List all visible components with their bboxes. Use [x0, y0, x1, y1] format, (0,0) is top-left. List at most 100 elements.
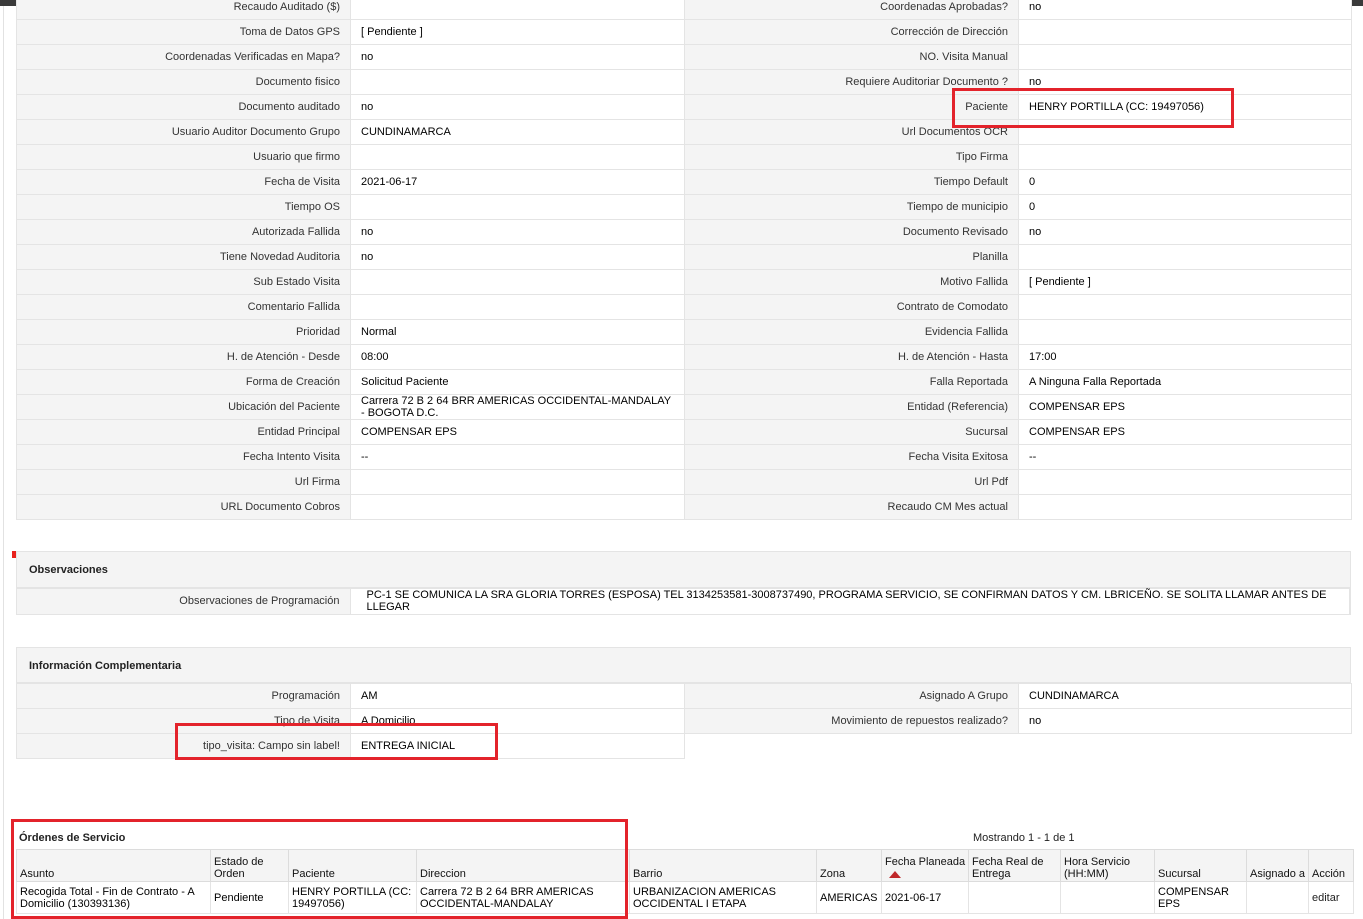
- ordenes-header-label: Acción: [1312, 868, 1346, 880]
- detail-value: Normal: [350, 319, 685, 345]
- detail-label: Paciente: [684, 94, 1019, 120]
- detail-value: [1018, 44, 1352, 70]
- observaciones-section: Observaciones Observaciones de Programac…: [16, 551, 1351, 615]
- observaciones-value: PC-1 SE COMUNICA LA SRA GLORIA TORRES (E…: [350, 588, 1350, 614]
- detail-row: Toma de Datos GPS[ Pendiente ] Corrección…: [16, 19, 1352, 45]
- ordenes-header-label: Fecha Planeada: [885, 856, 966, 868]
- ordenes-header-8[interactable]: Hora Servicio (HH:MM): [1060, 849, 1155, 882]
- detail-value: [350, 294, 685, 320]
- detail-label: Motivo Fallida: [684, 269, 1019, 295]
- ordenes-header-label: Zona: [820, 868, 846, 880]
- info-value: A Domicilio: [350, 708, 685, 734]
- detail-row: URL Documento Cobros Recaudo CM Mes actua…: [16, 494, 1352, 520]
- ordenes-header-11[interactable]: Acción: [1308, 849, 1354, 882]
- ordenes-header-3[interactable]: Direccion: [416, 849, 630, 882]
- detail-value: HENRY PORTILLA (CC: 19497056): [1018, 94, 1352, 120]
- visit-detail-table: Recaudo Auditado ($) Coordenadas Aprobada…: [16, 0, 1352, 520]
- detail-label: H. de Atención - Hasta: [684, 344, 1019, 370]
- detail-label: Autorizada Fallida: [16, 219, 351, 245]
- detail-value: COMPENSAR EPS: [1018, 419, 1352, 445]
- edit-link[interactable]: editar: [1312, 892, 1340, 904]
- ordenes-header-label: Estado de Orden: [214, 856, 264, 880]
- detail-label: Corrección de Dirección: [684, 19, 1019, 45]
- detail-row: Ubicación del Paciente Carrera 72 B 2 64 …: [16, 394, 1352, 420]
- detail-label: Documento auditado: [16, 94, 351, 120]
- detail-label: Entidad Principal: [16, 419, 351, 445]
- detail-label: Documento fisico: [16, 69, 351, 95]
- detail-row: Sub Estado Visita Motivo Fallida[ Pendien…: [16, 269, 1352, 295]
- sort-ascending-icon[interactable]: [889, 870, 901, 878]
- ordenes-cell: Recogida Total - Fin de Contrato - A Dom…: [16, 881, 211, 914]
- ordenes-header-10[interactable]: Asignado a: [1246, 849, 1309, 882]
- ordenes-header-2[interactable]: Paciente: [288, 849, 417, 882]
- ordenes-title: Órdenes de Servicio: [19, 832, 126, 844]
- detail-label: Entidad (Referencia): [684, 394, 1019, 420]
- detail-label: Url Pdf: [684, 469, 1019, 495]
- detail-label: Evidencia Fallida: [684, 319, 1019, 345]
- ordenes-header-5[interactable]: Zona: [816, 849, 882, 882]
- ordenes-header-1[interactable]: Estado de Orden: [210, 849, 289, 882]
- detail-row: Tiempo OS Tiempo de municipio 0: [16, 194, 1352, 220]
- detail-label: Tiempo de municipio: [684, 194, 1019, 220]
- detail-label: Requiere Auditoriar Documento ?: [684, 69, 1019, 95]
- detail-value: [ Pendiente ]: [350, 19, 685, 45]
- detail-row: Forma de Creación Solicitud Paciente Falla…: [16, 369, 1352, 395]
- detail-label: Usuario Auditor Documento Grupo: [16, 119, 351, 145]
- detail-row: Url Firma Url Pdf: [16, 469, 1352, 495]
- detail-value: [350, 269, 685, 295]
- ordenes-header-4[interactable]: Barrio: [629, 849, 817, 882]
- detail-row: Prioridad Normal Evidencia Fallida: [16, 319, 1352, 345]
- info-value: CUNDINAMARCA: [1018, 683, 1352, 709]
- detail-row: Fecha Intento Visita -- Fecha Visita Exito…: [16, 444, 1352, 470]
- ordenes-header-label: Hora Servicio (HH:MM): [1064, 856, 1131, 880]
- ordenes-header-label: Direccion: [420, 868, 466, 880]
- ordenes-cell: 2021-06-17: [881, 881, 969, 914]
- detail-label: Url Firma: [16, 469, 351, 495]
- ordenes-count: Mostrando 1 - 1 de 1: [973, 832, 1075, 844]
- detail-label: Coordenadas Verificadas en Mapa?: [16, 44, 351, 70]
- ordenes-cell: HENRY PORTILLA (CC: 19497056): [288, 881, 417, 914]
- detail-value: [1018, 294, 1352, 320]
- detail-value: [1018, 144, 1352, 170]
- ordenes-header-label: Paciente: [292, 868, 335, 880]
- ordenes-header-6[interactable]: Fecha Planeada: [881, 849, 969, 882]
- ordenes-cell: [1246, 881, 1309, 914]
- detail-label: Comentario Fallida: [16, 294, 351, 320]
- detail-label: Falla Reportada: [684, 369, 1019, 395]
- ordenes-header-label: Fecha Real de Entrega: [972, 856, 1044, 880]
- ordenes-table: Asunto Estado de Orden Paciente Direccion Ba…: [16, 849, 1354, 914]
- detail-value: --: [1018, 444, 1352, 470]
- detail-row: Tiene Novedad Auditoria no Planilla: [16, 244, 1352, 270]
- ordenes-header-0[interactable]: Asunto: [16, 849, 211, 882]
- detail-value: [350, 194, 685, 220]
- detail-value: [1018, 494, 1352, 520]
- detail-row: Usuario que firmo Tipo Firma: [16, 144, 1352, 170]
- detail-value: no: [1018, 0, 1352, 20]
- ordenes-header-7[interactable]: Fecha Real de Entrega: [968, 849, 1061, 882]
- info-label: Programación: [16, 683, 351, 709]
- ordenes-header-label: Barrio: [633, 868, 663, 880]
- detail-row: Autorizada Fallida no Documento Revisado no: [16, 219, 1352, 245]
- ordenes-cell: [968, 881, 1061, 914]
- ordenes-cell: Pendiente: [210, 881, 289, 914]
- detail-label: Sub Estado Visita: [16, 269, 351, 295]
- detail-value: no: [1018, 69, 1352, 95]
- detail-value: no: [350, 219, 685, 245]
- detail-value: COMPENSAR EPS: [350, 419, 685, 445]
- observaciones-label: Observaciones de Programación: [17, 588, 351, 614]
- detail-row: Entidad Principal COMPENSAR EPS Sucursal CO…: [16, 419, 1352, 445]
- ordenes-header-9[interactable]: Sucursal: [1154, 849, 1247, 882]
- ordenes-cell: editar: [1308, 881, 1354, 914]
- detail-label: Recaudo CM Mes actual: [684, 494, 1019, 520]
- observaciones-title: Observaciones: [17, 552, 1350, 588]
- detail-label: Tiempo OS: [16, 194, 351, 220]
- detail-label: Usuario que firmo: [16, 144, 351, 170]
- ordenes-cell: [1060, 881, 1155, 914]
- detail-label: Url Documentos OCR: [684, 119, 1019, 145]
- detail-value: A Ninguna Falla Reportada: [1018, 369, 1352, 395]
- detail-label: Fecha Intento Visita: [16, 444, 351, 470]
- detail-label: Documento Revisado: [684, 219, 1019, 245]
- detail-value: [350, 494, 685, 520]
- detail-label: Contrato de Comodato: [684, 294, 1019, 320]
- detail-label: Tipo Firma: [684, 144, 1019, 170]
